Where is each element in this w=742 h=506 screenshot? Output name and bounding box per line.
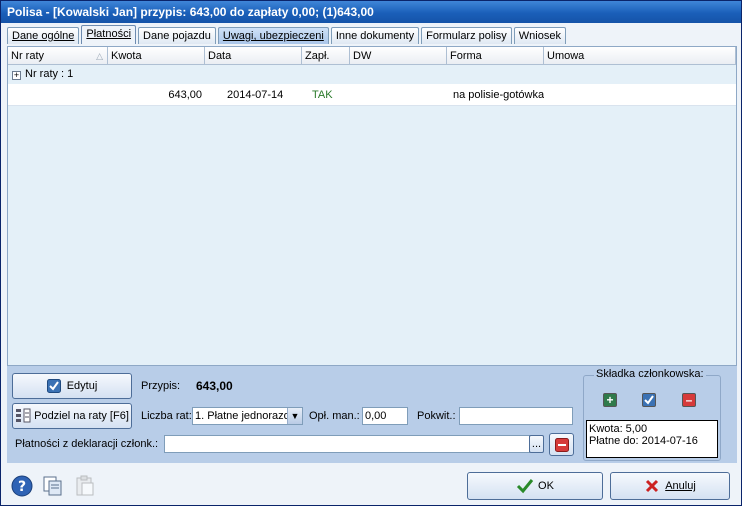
svg-text:?: ? xyxy=(18,479,26,495)
column-header-forma[interactable]: Forma xyxy=(447,47,544,65)
browse-button[interactable]: ... xyxy=(529,435,544,453)
checkmark-icon[interactable] xyxy=(642,393,656,407)
group-row[interactable]: + Nr raty : 1 xyxy=(8,66,736,83)
checkmark-icon xyxy=(46,379,61,393)
liczba-rat-label: Liczba rat: xyxy=(141,410,192,422)
column-header-kwota[interactable]: Kwota xyxy=(108,47,205,65)
tab-dane-ogolne[interactable]: Dane ogólne xyxy=(7,27,80,44)
chevron-down-icon[interactable]: ▼ xyxy=(287,408,302,424)
remove-icon xyxy=(554,437,569,452)
payment-controls-panel: Edytuj Podziel na raty [F6] Przypis: 643… xyxy=(7,366,737,463)
column-header-umowa[interactable]: Umowa xyxy=(544,47,736,65)
column-header-data[interactable]: Data xyxy=(205,47,302,65)
column-header-zapl[interactable]: Zapł. xyxy=(302,47,350,65)
remove-icon[interactable]: – xyxy=(682,393,696,407)
tab-wniosek[interactable]: Wniosek xyxy=(513,27,566,44)
deklaracje-label: Płatności z deklaracji członk.: xyxy=(15,438,159,450)
grid-header: Nr raty △ Kwota Data Zapł. DW Forma Umowa xyxy=(8,47,736,65)
cancel-x-icon xyxy=(644,478,660,494)
opl-man-input[interactable]: 0,00 xyxy=(362,407,408,425)
tab-uwagi-ubezpieczeni[interactable]: Uwagi, ubezpieczeni xyxy=(217,27,329,44)
membership-platne-do: Płatne do: 2014-07-16 xyxy=(589,435,698,447)
tab-inne-dokumenty[interactable]: Inne dokumenty xyxy=(330,27,420,44)
ok-button[interactable]: OK xyxy=(467,472,603,500)
column-header-dw[interactable]: DW xyxy=(350,47,447,65)
membership-legend: Składka członkowska: xyxy=(594,368,706,380)
membership-info: Kwota: 5,00 Płatne do: 2014-07-16 xyxy=(586,420,718,458)
help-icon[interactable]: ? xyxy=(11,475,33,500)
ok-check-icon xyxy=(516,478,534,494)
cell-dw xyxy=(350,84,447,106)
table-row[interactable]: 643,00 2014-07-14 TAK na polisie-gotówka xyxy=(8,84,736,106)
membership-fee-group: Składka członkowska: + – Kwota: 5,00 Pła… xyxy=(583,368,721,461)
expand-icon[interactable]: + xyxy=(12,71,21,80)
cell-zapl: TAK xyxy=(312,89,333,101)
cell-forma: na polisie-gotówka xyxy=(453,89,544,101)
tab-platnosci[interactable]: Płatności xyxy=(81,25,137,44)
deklaracje-input[interactable] xyxy=(164,435,530,453)
footer-bar: ? OK Anuluj xyxy=(1,465,741,505)
split-icon xyxy=(15,408,31,424)
sort-indicator-icon: △ xyxy=(96,51,103,61)
cell-umowa xyxy=(544,84,736,106)
cell-data: 2014-07-14 xyxy=(227,89,284,101)
membership-kwota: Kwota: 5,00 xyxy=(589,423,648,435)
copy-icon[interactable] xyxy=(42,475,64,500)
column-header-nr-raty[interactable]: Nr raty △ xyxy=(8,47,108,65)
remove-declaration-button[interactable] xyxy=(549,433,574,456)
add-icon[interactable]: + xyxy=(603,393,617,407)
tab-formularz-polisy[interactable]: Formularz polisy xyxy=(421,27,512,44)
tab-dane-pojazdu[interactable]: Dane pojazdu xyxy=(138,27,216,44)
opl-man-label: Opł. man.: xyxy=(309,410,360,422)
cancel-button[interactable]: Anuluj xyxy=(610,472,730,500)
paste-icon[interactable] xyxy=(74,475,96,500)
payments-grid[interactable]: Nr raty △ Kwota Data Zapł. DW Forma Umowa… xyxy=(7,46,737,366)
edit-button[interactable]: Edytuj xyxy=(12,373,132,399)
liczba-rat-select[interactable]: 1. Płatne jednorazo ▼ xyxy=(192,407,303,425)
tab-bar: Dane ogólne Płatności Dane pojazdu Uwagi… xyxy=(7,25,568,44)
przypis-label: Przypis: xyxy=(141,380,181,392)
policy-window: Polisa - [Kowalski Jan] przypis: 643,00 … xyxy=(0,0,742,506)
split-installments-button[interactable]: Podziel na raty [F6] xyxy=(12,403,132,429)
window-title: Polisa - [Kowalski Jan] przypis: 643,00 … xyxy=(1,1,741,23)
przypis-value: 643,00 xyxy=(196,379,233,393)
pokwit-label: Pokwit.: xyxy=(417,410,456,422)
pokwit-input[interactable] xyxy=(459,407,573,425)
cell-kwota: 643,00 xyxy=(168,89,202,101)
